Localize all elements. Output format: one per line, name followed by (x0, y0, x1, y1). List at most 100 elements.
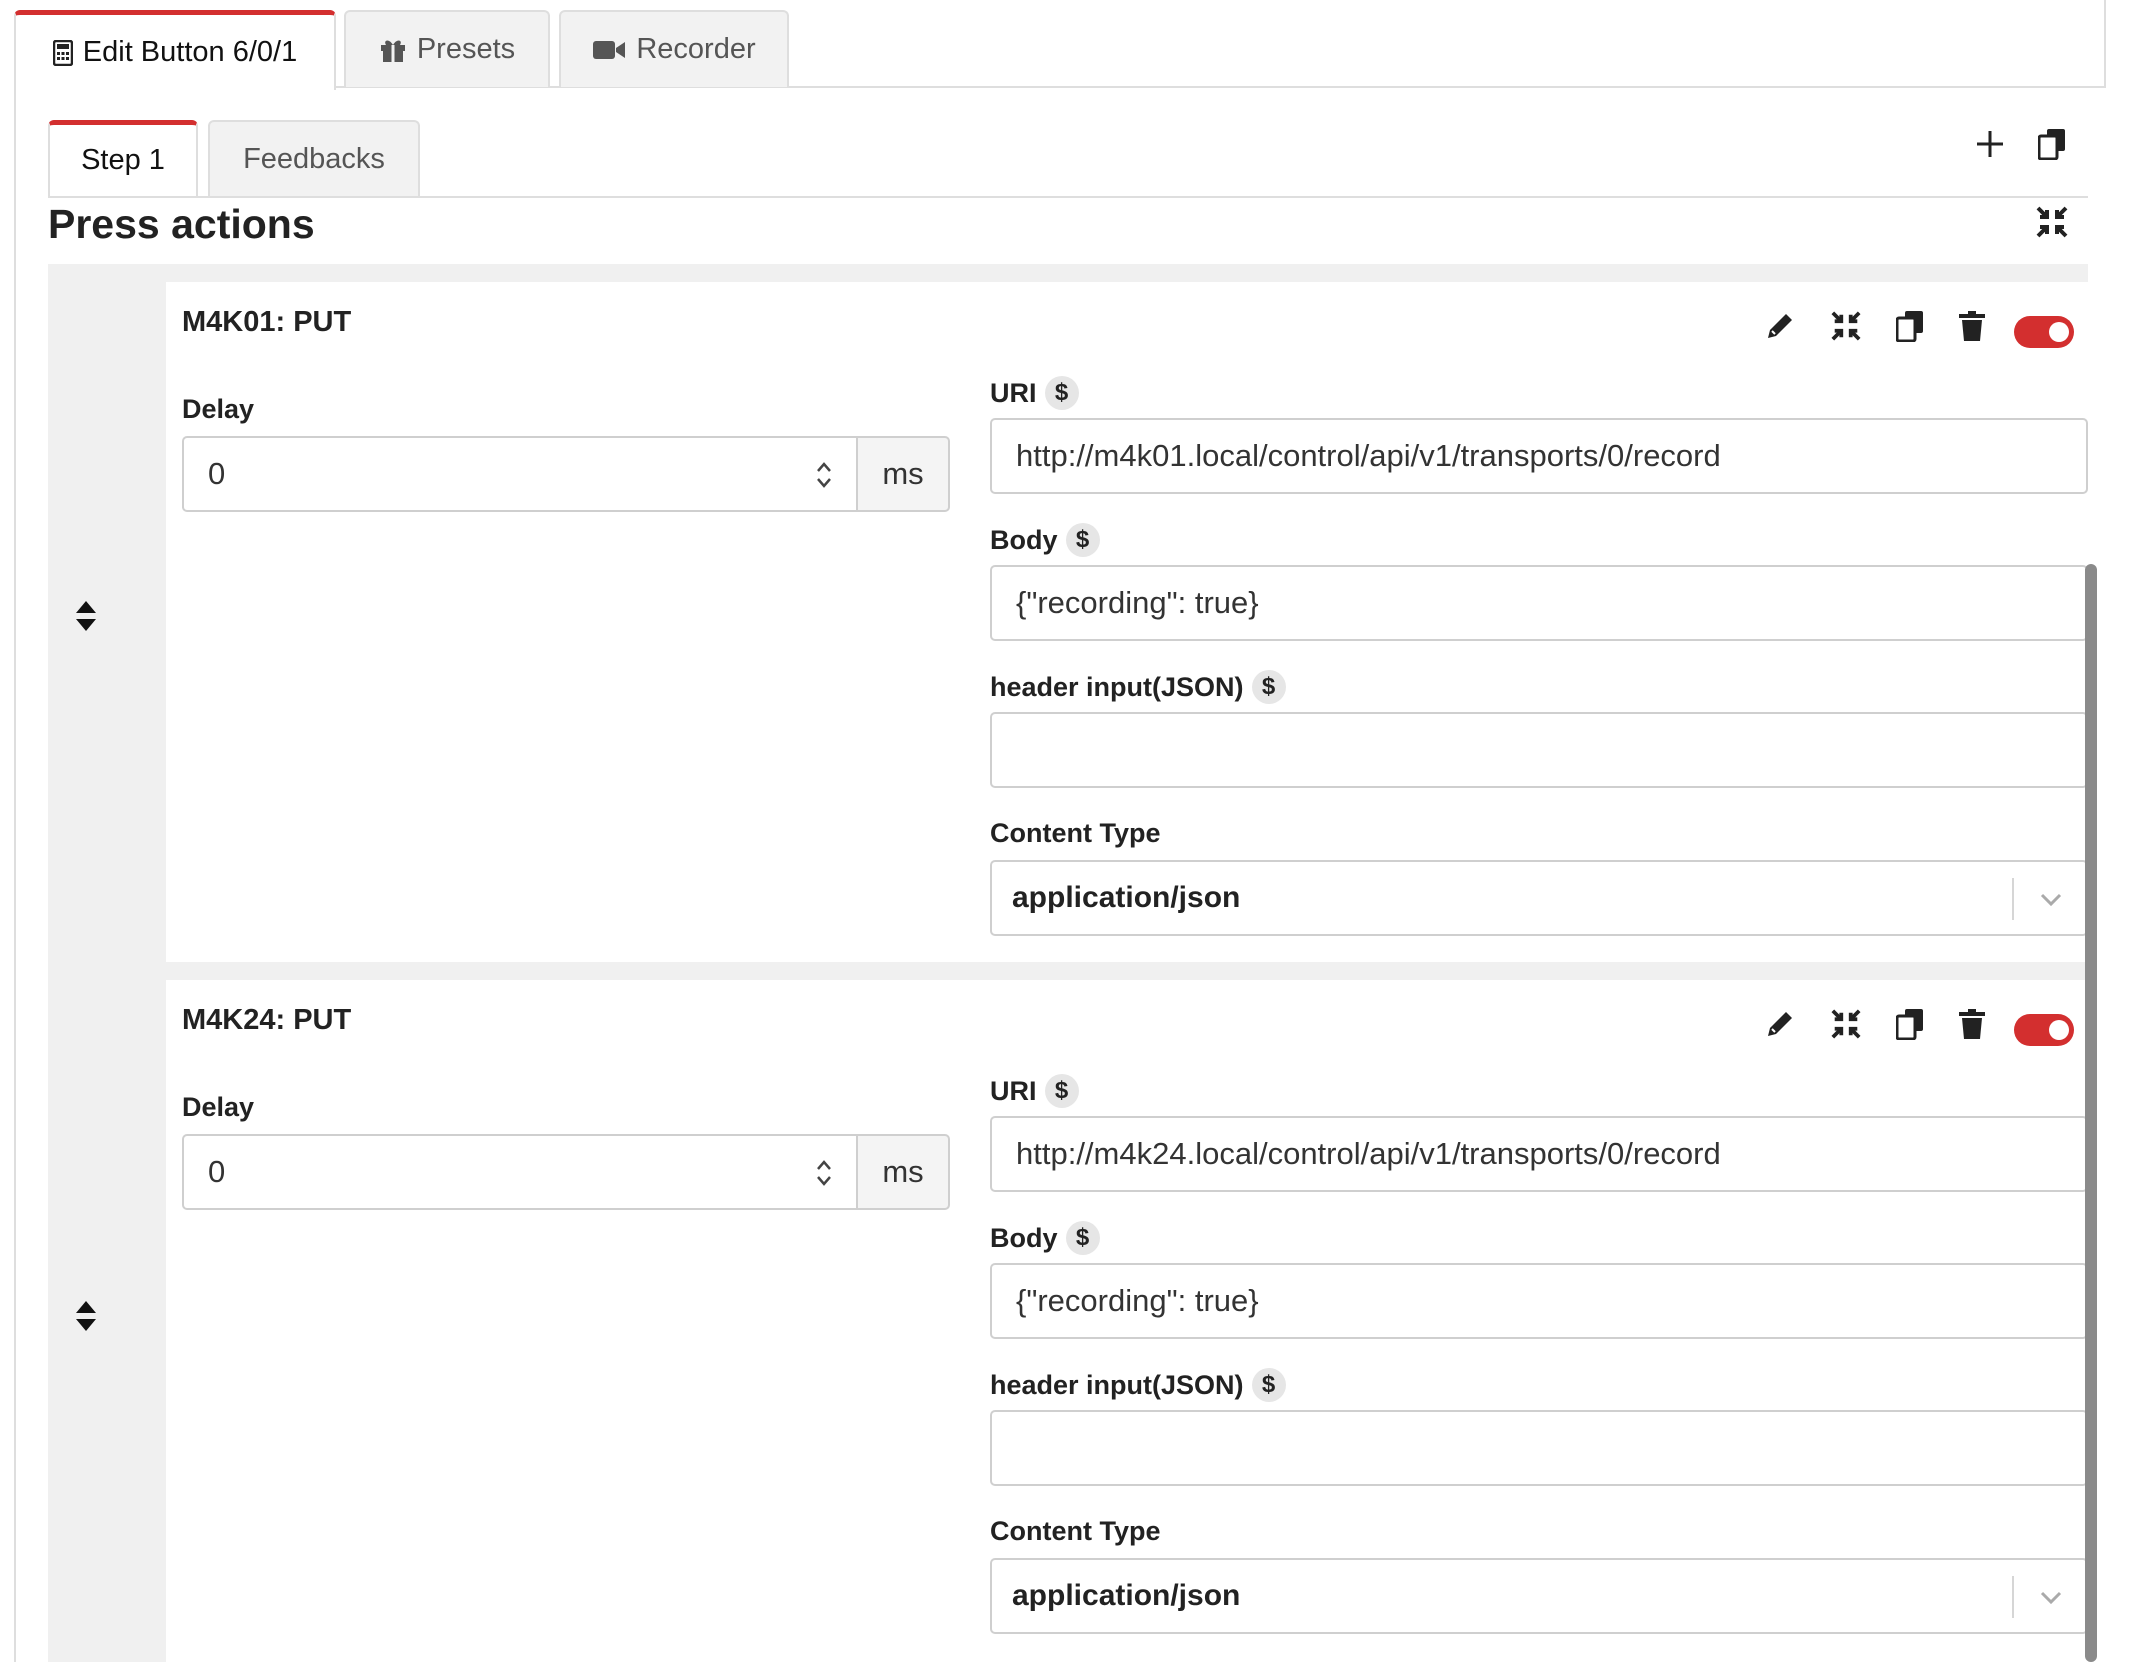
delete-action-button[interactable] (1950, 306, 1994, 350)
action-card: M4K24: PUT Delay 0 ms URI $ http://m4k24… (48, 962, 2088, 1662)
scrollbar[interactable] (2085, 564, 2097, 1662)
compress-icon (1830, 1008, 1862, 1045)
uri-input[interactable]: http://m4k24.local/control/api/v1/transp… (990, 1116, 2088, 1192)
delay-value: 0 (208, 456, 226, 491)
panel-border-left (14, 88, 16, 1662)
body-label: Body $ (990, 523, 1100, 557)
delete-action-button[interactable] (1950, 1004, 1994, 1048)
content-type-label-text: Content Type (990, 818, 1161, 848)
toggle-knob (2049, 1020, 2069, 1040)
duplicate-step-button[interactable] (2030, 124, 2074, 168)
gift-icon (379, 36, 407, 64)
tab-step-1-label: Step 1 (81, 144, 165, 176)
variable-icon[interactable]: $ (1065, 523, 1100, 557)
delay-value: 0 (208, 1154, 226, 1189)
collapse-action-button[interactable] (1824, 1004, 1868, 1048)
content-type-value: application/json (1012, 1579, 1241, 1612)
tab-presets[interactable]: Presets (344, 10, 550, 87)
uri-label-text: URI (990, 377, 1037, 408)
drag-handle[interactable] (64, 596, 108, 640)
delay-label: Delay (182, 394, 254, 425)
sort-icon (75, 600, 97, 637)
pencil-icon (1764, 1008, 1796, 1045)
tab-feedbacks[interactable]: Feedbacks (208, 120, 420, 196)
content-type-value: application/json (1012, 881, 1241, 914)
header-label-text: header input(JSON) (990, 671, 1244, 702)
action-card-body: M4K01: PUT Delay 0 ms URI $ http://m4k01… (166, 282, 2088, 962)
enable-action-toggle[interactable] (2014, 316, 2074, 348)
toggle-knob (2049, 322, 2069, 342)
trash-icon (1958, 1008, 1986, 1045)
number-spinner-icon[interactable] (814, 458, 834, 492)
tab-edit-button-label: Edit Button 6/0/1 (82, 36, 298, 68)
copy-icon (1895, 310, 1924, 347)
content-type-label: Content Type (990, 818, 1161, 849)
variable-icon[interactable]: $ (1044, 376, 1079, 410)
header-input[interactable] (990, 1410, 2088, 1486)
uri-label-text: URI (990, 1075, 1037, 1106)
content-type-select[interactable]: application/json (990, 860, 2088, 936)
delay-label: Delay (182, 1092, 254, 1123)
select-separator (2012, 878, 2014, 920)
copy-icon (1895, 1008, 1924, 1045)
action-title: M4K24: PUT (182, 1004, 352, 1036)
content-type-label: Content Type (990, 1516, 1161, 1547)
panel-border-right (2104, 0, 2106, 88)
calculator-icon (52, 39, 73, 66)
variable-icon[interactable]: $ (1044, 1074, 1079, 1108)
duplicate-action-button[interactable] (1888, 1004, 1932, 1048)
chevron-down-icon (2038, 1584, 2064, 1618)
enable-action-toggle[interactable] (2014, 1014, 2074, 1046)
tab-edit-button[interactable]: Edit Button 6/0/1 (14, 10, 336, 90)
body-input[interactable]: {"recording": true} (990, 1263, 2088, 1339)
tab-presets-label: Presets (416, 33, 516, 65)
body-label: Body $ (990, 1221, 1100, 1255)
tab-step-1[interactable]: Step 1 (48, 120, 198, 196)
uri-label: URI $ (990, 1074, 1079, 1108)
compress-icon (2035, 205, 2069, 244)
tab-recorder[interactable]: Recorder (559, 10, 789, 87)
add-step-button[interactable] (1968, 124, 2012, 168)
drag-handle[interactable] (64, 1296, 108, 1340)
edit-action-button[interactable] (1758, 306, 1802, 350)
action-card: M4K01: PUT Delay 0 ms URI $ http://m4k01… (48, 264, 2088, 962)
body-input[interactable]: {"recording": true} (990, 565, 2088, 641)
action-card-body: M4K24: PUT Delay 0 ms URI $ http://m4k24… (166, 980, 2088, 1662)
delay-label-text: Delay (182, 1092, 255, 1122)
video-camera-icon (592, 39, 626, 61)
collapse-action-button[interactable] (1824, 306, 1868, 350)
header-label: header input(JSON) $ (990, 670, 1286, 704)
collapse-all-button[interactable] (2030, 202, 2074, 246)
tab-feedbacks-label: Feedbacks (243, 142, 385, 175)
action-title: M4K01: PUT (182, 306, 352, 338)
sort-icon (75, 1300, 97, 1337)
page-title: Press actions (48, 201, 315, 247)
content-type-select[interactable]: application/json (990, 1558, 2088, 1634)
delay-input[interactable]: 0 (182, 436, 856, 512)
copy-icon (2037, 128, 2066, 165)
plus-icon (1975, 129, 2005, 164)
variable-icon[interactable]: $ (1065, 1221, 1100, 1255)
delay-unit: ms (856, 436, 950, 512)
number-spinner-icon[interactable] (814, 1156, 834, 1190)
variable-icon[interactable]: $ (1251, 1368, 1286, 1402)
variable-icon[interactable]: $ (1251, 670, 1286, 704)
body-label-text: Body (990, 1222, 1058, 1253)
duplicate-action-button[interactable] (1888, 306, 1932, 350)
header-label-text: header input(JSON) (990, 1369, 1244, 1400)
sub-tabs-divider (48, 196, 2088, 198)
delay-label-text: Delay (182, 394, 255, 424)
header-label: header input(JSON) $ (990, 1368, 1286, 1402)
edit-action-button[interactable] (1758, 1004, 1802, 1048)
compress-icon (1830, 310, 1862, 347)
delay-input[interactable]: 0 (182, 1134, 856, 1210)
content-type-label-text: Content Type (990, 1516, 1161, 1546)
header-input[interactable] (990, 712, 2088, 788)
trash-icon (1958, 310, 1986, 347)
uri-input[interactable]: http://m4k01.local/control/api/v1/transp… (990, 418, 2088, 494)
chevron-down-icon (2038, 886, 2064, 920)
pencil-icon (1764, 310, 1796, 347)
uri-label: URI $ (990, 376, 1079, 410)
select-separator (2012, 1576, 2014, 1618)
body-label-text: Body (990, 524, 1058, 555)
